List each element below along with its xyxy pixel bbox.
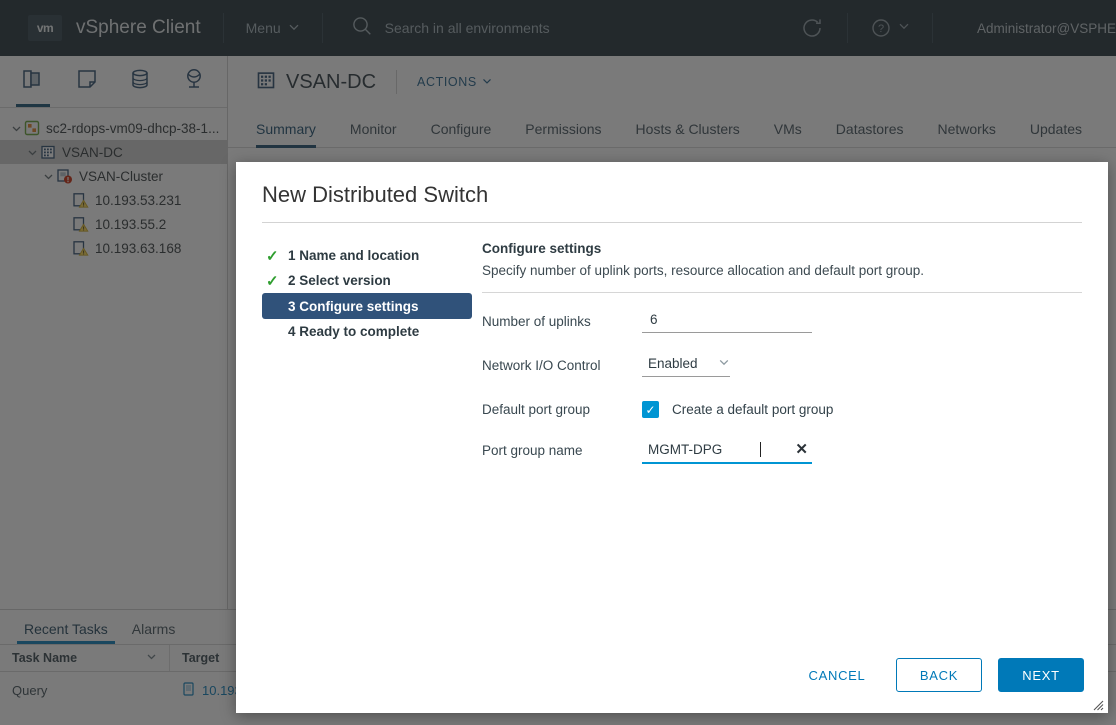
- next-button[interactable]: NEXT: [998, 658, 1084, 692]
- port-group-name-input[interactable]: [642, 442, 762, 457]
- wizard-steps: ✓ 1 Name and location ✓ 2 Select version…: [262, 241, 472, 637]
- wizard-step-label: 1 Name and location: [288, 248, 419, 263]
- network-io-control-label: Network I/O Control: [482, 355, 642, 373]
- panel-subheading: Specify number of uplink ports, resource…: [482, 263, 1082, 278]
- network-io-control-select[interactable]: Enabled: [642, 356, 730, 377]
- vsphere-client-window: vm vSphere Client Menu Search in all env…: [0, 0, 1116, 725]
- network-io-control-value: Enabled: [648, 356, 698, 371]
- back-button[interactable]: BACK: [896, 658, 982, 692]
- dialog-title: New Distributed Switch: [236, 162, 1108, 222]
- wizard-step-label: 4 Ready to complete: [288, 324, 419, 339]
- dialog-footer: CANCEL BACK NEXT: [236, 637, 1108, 713]
- port-group-name-label: Port group name: [482, 440, 642, 458]
- field-row-default-port-group: Default port group ✓ Create a default po…: [482, 399, 1082, 418]
- chevron-down-icon: [718, 356, 730, 371]
- resize-grip-icon[interactable]: [1092, 698, 1104, 710]
- create-default-port-group-checkbox[interactable]: ✓: [642, 401, 659, 418]
- text-cursor: [760, 442, 761, 457]
- panel-heading: Configure settings: [482, 241, 1082, 256]
- field-row-port-group-name: Port group name ✕: [482, 440, 1082, 464]
- field-row-network-io-control: Network I/O Control Enabled: [482, 355, 1082, 377]
- configure-settings-panel: Configure settings Specify number of upl…: [472, 241, 1082, 637]
- check-icon: ✓: [266, 247, 288, 265]
- panel-divider: [482, 292, 1082, 293]
- cancel-button[interactable]: CANCEL: [794, 658, 880, 692]
- wizard-step-select-version[interactable]: ✓ 2 Select version: [262, 268, 472, 293]
- field-row-uplinks: Number of uplinks: [482, 311, 1082, 333]
- wizard-step-label: 2 Select version: [288, 273, 391, 288]
- wizard-step-ready-to-complete[interactable]: 4 Ready to complete: [262, 319, 472, 344]
- wizard-step-configure-settings[interactable]: 3 Configure settings: [262, 293, 472, 319]
- wizard-step-label: 3 Configure settings: [288, 299, 419, 314]
- default-port-group-label: Default port group: [482, 399, 642, 417]
- port-group-name-field[interactable]: ✕: [642, 440, 812, 464]
- uplinks-input[interactable]: [642, 312, 812, 333]
- check-icon: ✓: [266, 272, 288, 290]
- create-default-port-group-label[interactable]: Create a default port group: [672, 402, 833, 417]
- uplinks-label: Number of uplinks: [482, 311, 642, 329]
- wizard-step-name-and-location[interactable]: ✓ 1 Name and location: [262, 243, 472, 268]
- clear-icon[interactable]: ✕: [795, 440, 812, 458]
- dialog-body: ✓ 1 Name and location ✓ 2 Select version…: [236, 223, 1108, 637]
- new-distributed-switch-dialog: New Distributed Switch ✓ 1 Name and loca…: [236, 162, 1108, 713]
- default-port-group-checkbox-row: ✓ Create a default port group: [642, 399, 1082, 418]
